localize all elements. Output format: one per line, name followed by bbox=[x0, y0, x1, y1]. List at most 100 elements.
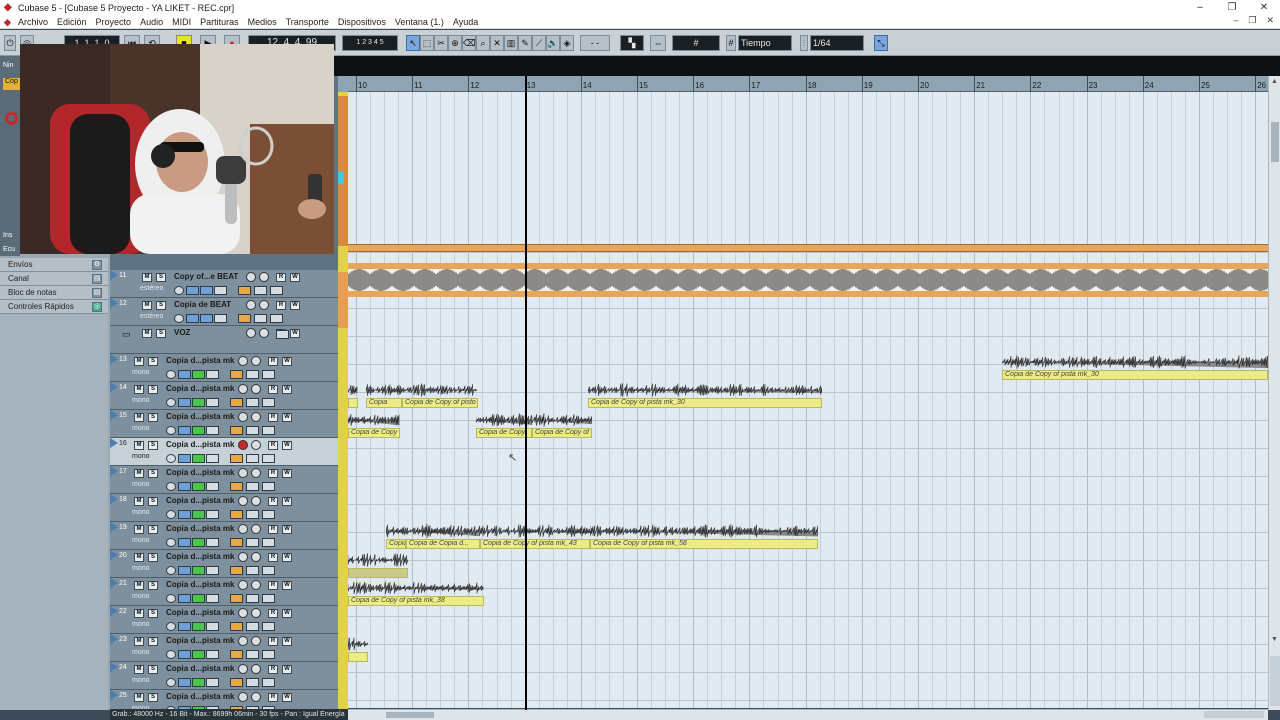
horizontal-scroll-thumb[interactable] bbox=[386, 712, 434, 718]
edit-channel-icon[interactable] bbox=[166, 622, 176, 631]
split-tool-icon[interactable]: ✂ bbox=[434, 35, 448, 51]
lock-icon[interactable] bbox=[230, 482, 243, 491]
time-base-icon[interactable] bbox=[262, 650, 275, 659]
edit-channel-icon[interactable] bbox=[166, 510, 176, 519]
lanes-icon[interactable] bbox=[246, 510, 259, 519]
audio-part-14-short[interactable]: Copia bbox=[366, 382, 402, 408]
draw-tool-icon[interactable]: ✎ bbox=[518, 35, 532, 51]
record-enable-button[interactable] bbox=[238, 440, 248, 450]
record-enable-button[interactable] bbox=[238, 664, 248, 674]
track-name[interactable]: Copia d...pista mk bbox=[166, 692, 234, 701]
lanes-icon[interactable] bbox=[246, 482, 259, 491]
record-enable-button[interactable] bbox=[238, 608, 248, 618]
read-automation-button[interactable]: R bbox=[268, 357, 278, 366]
inspector-label-cop[interactable]: Cop bbox=[3, 78, 20, 90]
track-name[interactable]: Copia d...pista mk bbox=[166, 384, 234, 393]
edit-channel-icon[interactable] bbox=[174, 314, 184, 323]
monitor-button[interactable] bbox=[259, 300, 269, 310]
write-automation-button[interactable]: W bbox=[282, 665, 292, 674]
monitor-button[interactable] bbox=[251, 664, 261, 674]
track-name[interactable]: Copia de BEAT bbox=[174, 300, 231, 309]
solo-button[interactable]: S bbox=[156, 329, 166, 338]
read-automation-button[interactable]: R bbox=[268, 553, 278, 562]
audio-part-19b[interactable]: Copia de Copia d... bbox=[406, 523, 480, 549]
edit-channel-icon[interactable] bbox=[166, 482, 176, 491]
audio-part-15b[interactable]: Copia de Copy bbox=[476, 412, 532, 438]
inserts-icon[interactable] bbox=[186, 314, 199, 323]
inserts-icon[interactable] bbox=[186, 286, 199, 295]
expand-track-icon[interactable] bbox=[110, 382, 118, 392]
track-name[interactable]: Copia d...pista mk bbox=[166, 356, 234, 365]
read-automation-button[interactable]: R bbox=[268, 525, 278, 534]
track-name[interactable]: Copia d...pista mk bbox=[166, 524, 234, 533]
lock-icon[interactable] bbox=[230, 566, 243, 575]
folder-icon[interactable]: ▭ bbox=[122, 329, 131, 340]
write-automation-button[interactable]: W bbox=[282, 497, 292, 506]
monitor-button[interactable] bbox=[251, 356, 261, 366]
mute-button[interactable]: M bbox=[142, 301, 152, 310]
monitor-button[interactable] bbox=[251, 552, 261, 562]
track-row-14[interactable]: 14 M S Copia d...pista mk R Wmono bbox=[110, 382, 338, 410]
lock-icon[interactable] bbox=[230, 650, 243, 659]
solo-button[interactable]: S bbox=[148, 357, 158, 366]
expand-track-icon[interactable] bbox=[110, 410, 118, 420]
solo-button[interactable]: S bbox=[156, 273, 166, 282]
monitor-button[interactable] bbox=[251, 524, 261, 534]
timeline-ruler[interactable]: 10 11 12 13 14 15 16 17 18 19 20 21 22 23 24 25 26 bbox=[348, 76, 1268, 92]
lock-icon[interactable] bbox=[230, 510, 243, 519]
notepad-icon[interactable]: ▤ bbox=[92, 288, 102, 298]
audio-part-13[interactable]: Copia de Copy of pista mk_30 bbox=[1002, 354, 1268, 380]
eq-icon[interactable] bbox=[200, 314, 213, 323]
scroll-up-icon[interactable]: ▲ bbox=[1270, 78, 1279, 86]
monitor-button[interactable] bbox=[251, 496, 261, 506]
inserts-icon[interactable] bbox=[178, 566, 191, 575]
lanes-icon[interactable] bbox=[246, 454, 259, 463]
track-row-18[interactable]: 18 M S Copia d...pista mk R Wmono bbox=[110, 494, 338, 522]
record-enable-button[interactable] bbox=[238, 580, 248, 590]
zoom-tool-icon[interactable]: ⌕ bbox=[476, 35, 490, 51]
monitor-button[interactable] bbox=[251, 468, 261, 478]
track-row-20[interactable]: 20 M S Copia d...pista mk R Wmono bbox=[110, 550, 338, 578]
quick-controls-icon[interactable]: ◎ bbox=[92, 302, 102, 312]
lock-icon[interactable] bbox=[238, 314, 251, 323]
expand-track-icon[interactable] bbox=[110, 494, 118, 504]
write-automation-button[interactable]: W bbox=[282, 637, 292, 646]
solo-button[interactable]: S bbox=[148, 553, 158, 562]
mute-button[interactable]: M bbox=[134, 357, 144, 366]
arrange-area[interactable]: Copia de Copy of pista mk_30 Copia Copia… bbox=[348, 92, 1268, 708]
inspector-bloc-de-notas[interactable]: Bloc de notas ▤ bbox=[0, 286, 108, 300]
write-automation-button[interactable]: W bbox=[282, 693, 292, 702]
scroll-down-icon[interactable]: ▼ bbox=[1270, 636, 1279, 644]
sends-track-icon[interactable] bbox=[214, 286, 227, 295]
record-enable-button[interactable] bbox=[238, 468, 248, 478]
solo-button[interactable]: S bbox=[148, 665, 158, 674]
write-automation-button[interactable]: W bbox=[282, 525, 292, 534]
sends-track-icon[interactable] bbox=[206, 650, 219, 659]
record-enable-button[interactable] bbox=[238, 496, 248, 506]
menu-midi[interactable]: MIDI bbox=[172, 17, 191, 27]
inserts-icon[interactable] bbox=[178, 370, 191, 379]
sends-track-icon[interactable] bbox=[206, 398, 219, 407]
erase-tool-icon[interactable]: ⌫ bbox=[462, 35, 476, 51]
solo-button[interactable]: S bbox=[148, 413, 158, 422]
time-base-icon[interactable] bbox=[262, 370, 275, 379]
time-base-icon[interactable] bbox=[262, 566, 275, 575]
time-base-icon[interactable] bbox=[270, 314, 283, 323]
inserts-icon[interactable] bbox=[178, 594, 191, 603]
write-automation-button[interactable]: W bbox=[282, 441, 292, 450]
track-row-15[interactable]: 15 M S Copia d...pista mk R Wmono bbox=[110, 410, 338, 438]
edit-channel-icon[interactable] bbox=[166, 538, 176, 547]
write-automation-button[interactable]: W bbox=[282, 553, 292, 562]
audio-part-19c[interactable]: Copia de Copy of pista mk_43 bbox=[480, 523, 590, 549]
audio-part-20[interactable] bbox=[348, 552, 408, 578]
lanes-icon[interactable] bbox=[246, 566, 259, 575]
edit-channel-icon[interactable] bbox=[166, 566, 176, 575]
solo-button[interactable]: S bbox=[148, 497, 158, 506]
solo-button[interactable]: S bbox=[148, 581, 158, 590]
eq-icon[interactable] bbox=[192, 510, 205, 519]
edit-channel-icon[interactable] bbox=[166, 426, 176, 435]
record-enable-button[interactable] bbox=[246, 328, 256, 338]
lock-icon[interactable] bbox=[230, 370, 243, 379]
lanes-icon[interactable] bbox=[254, 314, 267, 323]
eq-icon[interactable] bbox=[192, 566, 205, 575]
